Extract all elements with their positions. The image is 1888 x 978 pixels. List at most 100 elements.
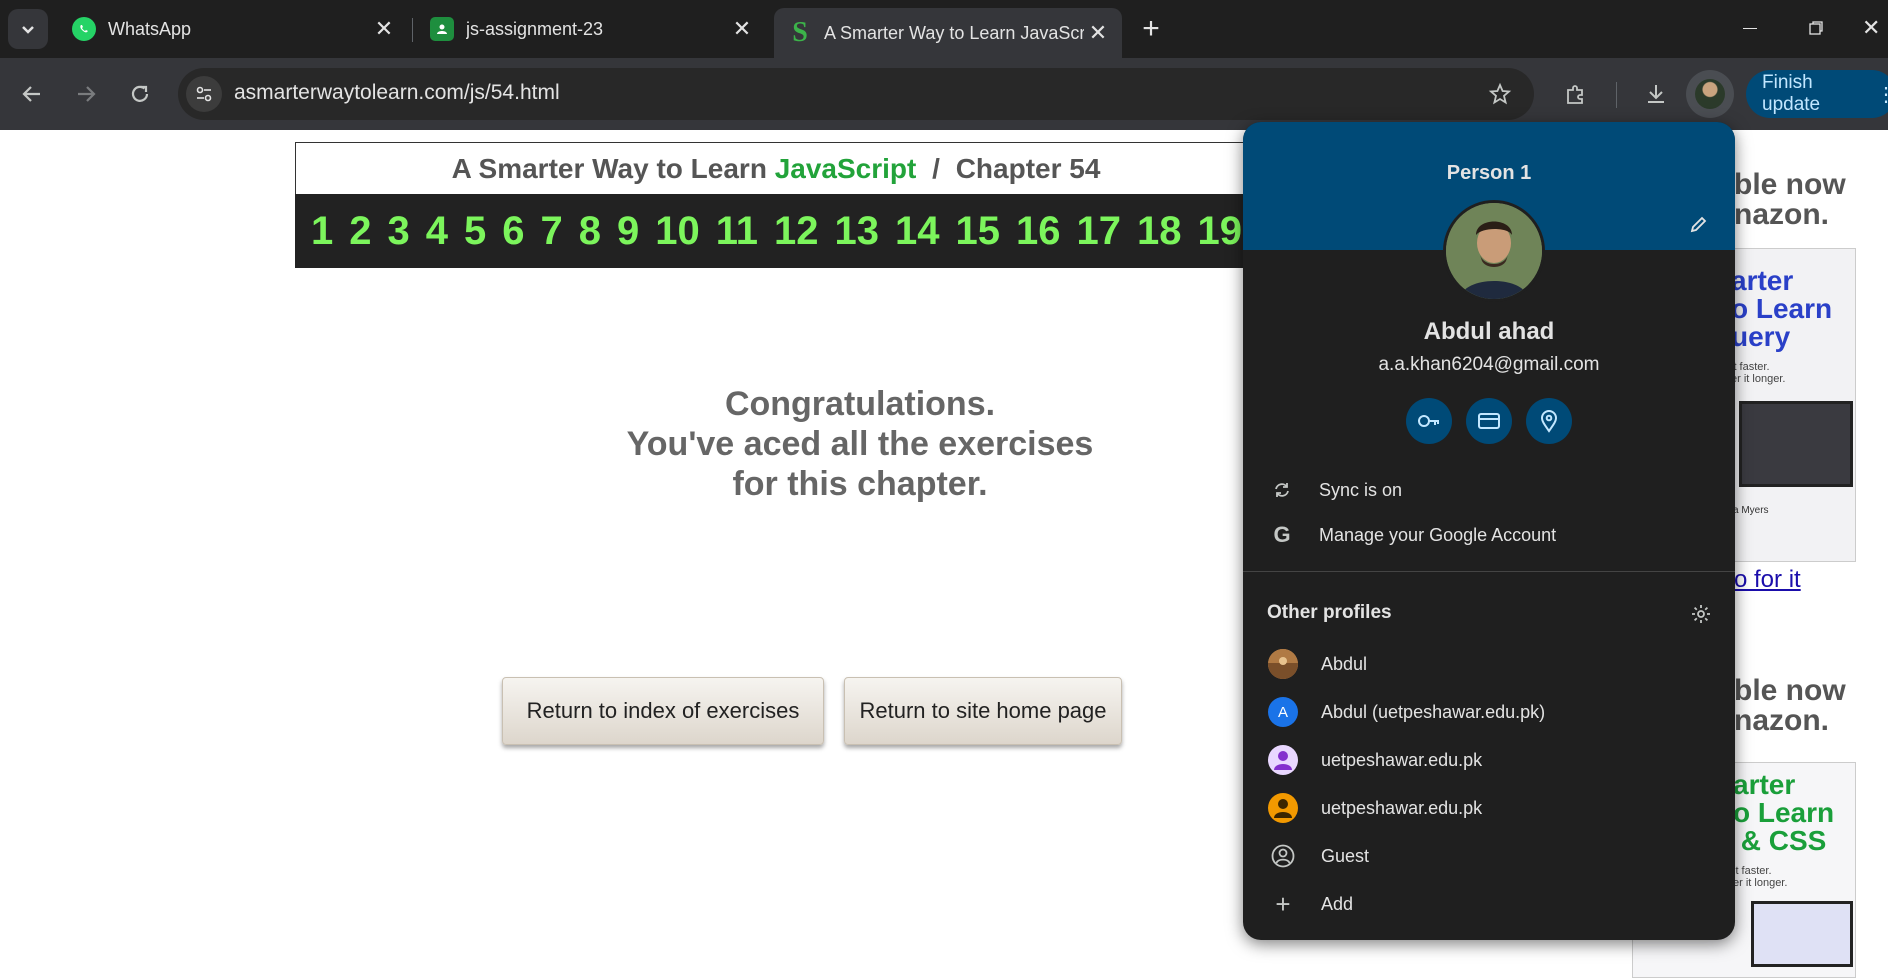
header-prefix: A Smarter Way to Learn xyxy=(451,153,767,184)
star-icon xyxy=(1488,82,1512,105)
profile-avatar xyxy=(1443,200,1545,302)
bookmark-star-button[interactable] xyxy=(1480,74,1520,114)
reload-button[interactable] xyxy=(120,74,160,114)
tab-title: WhatsApp xyxy=(108,18,192,39)
classroom-icon xyxy=(430,17,454,41)
chapter-header: A Smarter Way to Learn JavaScript / Chap… xyxy=(295,142,1257,195)
back-button[interactable] xyxy=(12,74,52,114)
chapter-number-link[interactable]: 9 xyxy=(617,209,639,253)
close-icon[interactable]: ✕ xyxy=(728,16,756,42)
profile-item-label: uetpeshawar.edu.pk xyxy=(1321,797,1483,818)
person-icon xyxy=(1268,793,1298,823)
header-javascript[interactable]: JavaScript xyxy=(775,153,917,184)
profile-item-abdul-uet[interactable]: A Abdul (uetpeshawar.edu.pk) xyxy=(1243,690,1735,734)
key-icon xyxy=(1418,415,1439,427)
toolbar-separator xyxy=(1616,82,1617,108)
plus-icon: + xyxy=(1275,889,1291,919)
book-cover-jquery[interactable]: arter o Learn uery it faster. er it long… xyxy=(1730,248,1856,562)
guest-icon xyxy=(1268,841,1298,871)
other-profiles-heading: Other profiles xyxy=(1267,602,1392,623)
chapter-number-link[interactable]: 13 xyxy=(835,209,880,253)
chapter-number-link[interactable]: 14 xyxy=(895,209,940,253)
tab-js-assignment[interactable]: js-assignment-23 ✕ xyxy=(416,8,766,50)
tab-whatsapp[interactable]: WhatsApp ✕ xyxy=(58,8,408,50)
chapter-number-link[interactable]: 16 xyxy=(1016,209,1061,253)
go-for-it-link[interactable]: o for it xyxy=(1734,566,1801,594)
header-chapter: Chapter 54 xyxy=(955,153,1101,184)
finish-update-button[interactable]: Finish update ⋮ xyxy=(1746,70,1888,118)
divider xyxy=(1243,571,1735,572)
addresses-button[interactable] xyxy=(1526,398,1572,444)
tab-smarter-way[interactable]: S A Smarter Way to Learn JavaScr ✕ xyxy=(774,8,1122,58)
profile-button[interactable] xyxy=(1686,70,1734,118)
google-icon: G xyxy=(1273,522,1291,547)
restore-button[interactable] xyxy=(1796,12,1836,44)
chapter-number-link[interactable]: 15 xyxy=(956,209,1001,253)
chapter-number-link[interactable]: 2 xyxy=(349,209,371,253)
chapter-number-link[interactable]: 10 xyxy=(655,209,700,253)
close-window-button[interactable]: ✕ xyxy=(1862,12,1888,44)
manage-profiles-button[interactable] xyxy=(1685,598,1717,630)
chapter-number-link[interactable]: 12 xyxy=(774,209,819,253)
chapter-number-link[interactable]: 3 xyxy=(388,209,410,253)
payment-methods-button[interactable] xyxy=(1466,398,1512,444)
sync-label: Sync is on xyxy=(1319,479,1403,500)
profile-header-title: Person 1 xyxy=(1446,162,1532,184)
chapter-number-link[interactable]: 17 xyxy=(1077,209,1122,253)
chapter-number-link[interactable]: 4 xyxy=(426,209,448,253)
ad2-line-1: ble now xyxy=(1734,674,1846,707)
chapter-number-link[interactable]: 1 xyxy=(311,209,333,253)
avatar: A xyxy=(1268,697,1298,727)
header-separator: / xyxy=(932,153,940,184)
book2-subtitle: it faster. er it longer. xyxy=(1733,865,1788,889)
book1-author: a Myers xyxy=(1733,505,1769,516)
whatsapp-icon xyxy=(72,17,96,41)
edit-profile-button[interactable] xyxy=(1681,206,1717,242)
passwords-button[interactable] xyxy=(1406,398,1452,444)
avatar-letter: A xyxy=(1277,703,1288,721)
chapter-number-link[interactable]: 11 xyxy=(716,209,758,253)
minimize-button[interactable] xyxy=(1730,12,1770,44)
tab-title: js-assignment-23 xyxy=(466,18,604,39)
congrats-line-1: Congratulations. xyxy=(724,385,996,423)
add-profile-item[interactable]: + Add xyxy=(1243,882,1735,926)
manage-label: Manage your Google Account xyxy=(1319,524,1557,545)
forward-button[interactable] xyxy=(66,74,106,114)
tab-separator xyxy=(412,18,413,42)
chapter-number-link[interactable]: 18 xyxy=(1137,209,1182,253)
return-to-index-button[interactable]: Return to index of exercises xyxy=(502,677,824,745)
url-text: asmarterwaytolearn.com/js/54.html xyxy=(234,81,560,104)
chapter-number-link[interactable]: 5 xyxy=(464,209,486,253)
chapter-number-link[interactable]: 8 xyxy=(579,209,601,253)
extensions-button[interactable] xyxy=(1556,74,1596,114)
chapter-number-link[interactable]: 6 xyxy=(502,209,524,253)
manage-google-account-item[interactable]: G Manage your Google Account xyxy=(1243,513,1735,557)
return-to-home-button[interactable]: Return to site home page xyxy=(844,677,1122,745)
tab-title: A Smarter Way to Learn JavaScr xyxy=(824,22,1084,43)
guest-profile-item[interactable]: Guest xyxy=(1243,834,1735,878)
profile-email: a.a.khan6204@gmail.com xyxy=(1378,354,1600,375)
profile-item-uet-1[interactable]: uetpeshawar.edu.pk xyxy=(1243,738,1735,782)
profile-item-label: Abdul xyxy=(1321,653,1368,674)
chapter-number-link[interactable]: 19 xyxy=(1198,209,1243,253)
location-pin-icon xyxy=(1540,410,1558,433)
profile-menu: Person 1 Abdul ahad a.a.khan6204@gmail.c… xyxy=(1243,122,1735,940)
chapter-number-link[interactable]: 7 xyxy=(541,209,563,253)
new-tab-button[interactable]: + xyxy=(1132,10,1170,48)
tab-search-button[interactable] xyxy=(8,9,48,49)
close-icon[interactable]: ✕ xyxy=(1084,20,1112,46)
site-info-icon[interactable] xyxy=(186,76,222,112)
ad-text-2: ble now nazon. xyxy=(1734,676,1846,736)
ad1-line-1: ble now xyxy=(1734,168,1846,201)
profile-item-uet-2[interactable]: uetpeshawar.edu.pk xyxy=(1243,786,1735,830)
download-icon xyxy=(1648,85,1664,103)
downloads-button[interactable] xyxy=(1636,74,1676,114)
more-menu-icon: ⋮ xyxy=(1876,83,1888,106)
ad2-line-2: nazon. xyxy=(1734,704,1829,737)
laptop-image xyxy=(1739,401,1853,487)
sync-status-item[interactable]: Sync is on xyxy=(1243,468,1735,512)
sync-icon xyxy=(1267,480,1297,500)
book2-title: arter o Learn & CSS xyxy=(1733,769,1835,856)
profile-item-abdul[interactable]: Abdul xyxy=(1243,642,1735,686)
close-icon[interactable]: ✕ xyxy=(370,16,398,42)
